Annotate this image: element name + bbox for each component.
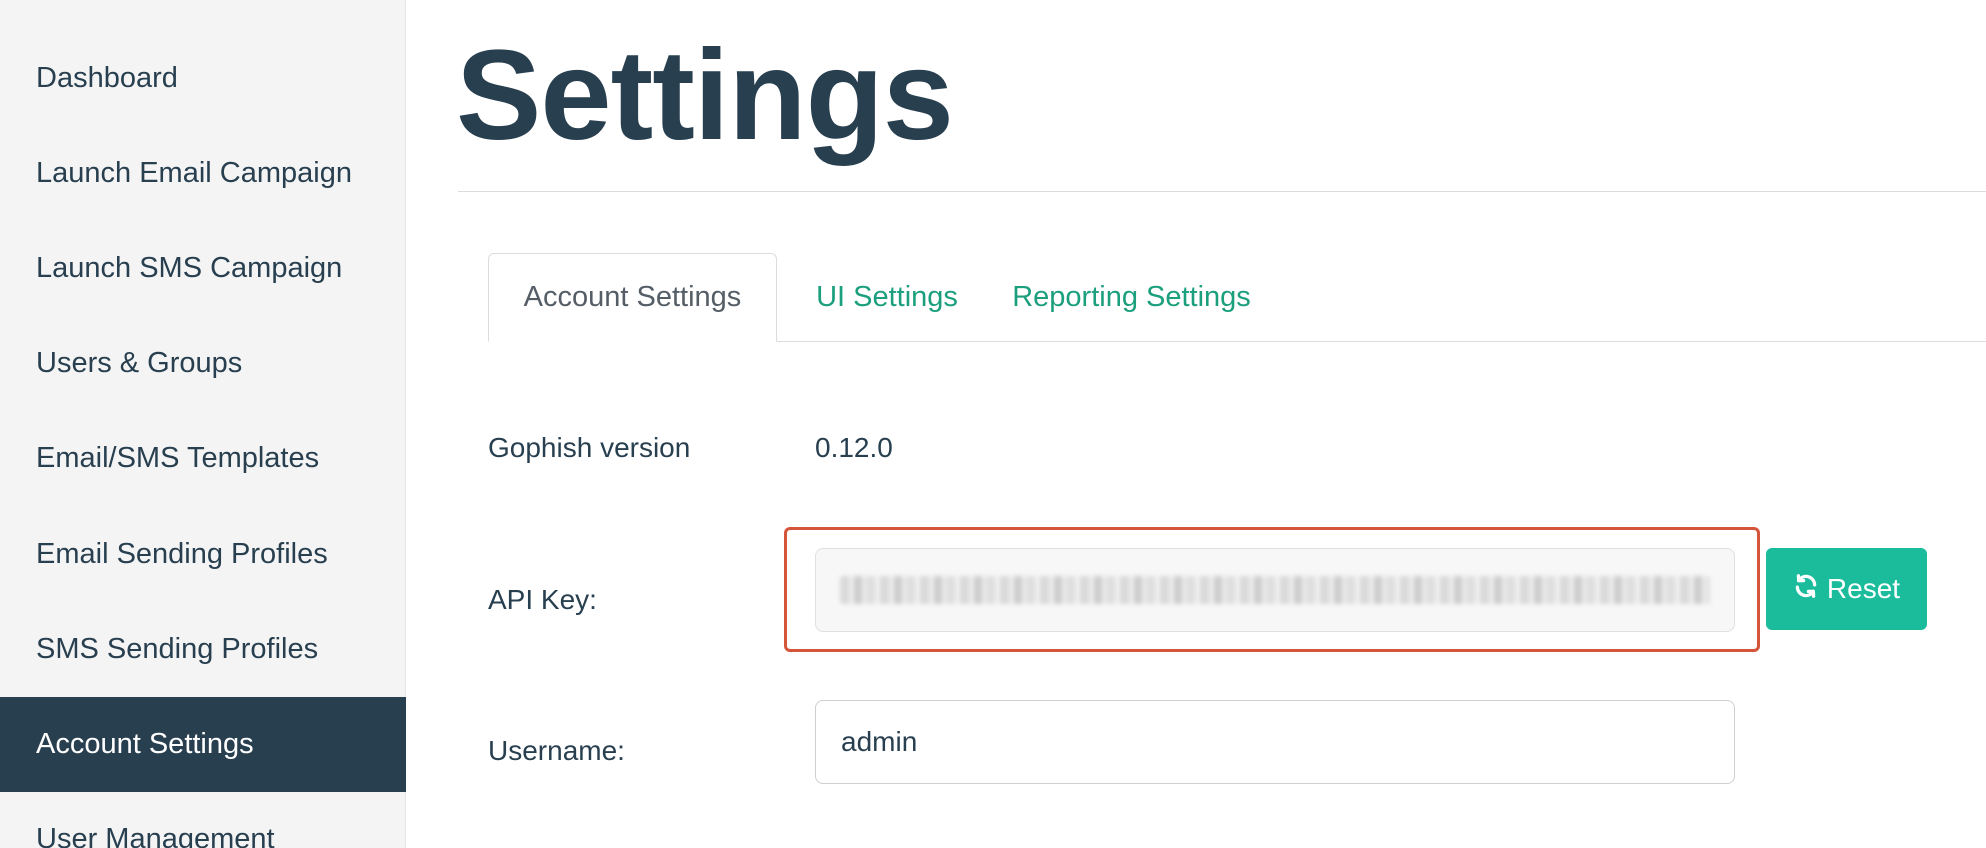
reset-button-label: Reset (1826, 573, 1901, 604)
sidebar-item-label: Dashboard (36, 62, 178, 94)
page-title: Settings (456, 24, 954, 167)
sidebar-item-sms-sending-profiles[interactable]: SMS Sending Profiles (0, 602, 406, 697)
sidebar-item-label: SMS Sending Profiles (36, 633, 319, 665)
sidebar-item-launch-email-campaign[interactable]: Launch Email Campaign (0, 126, 406, 221)
sidebar-item-account-settings[interactable]: Account Settings (0, 697, 406, 792)
sidebar-item-user-management[interactable]: User Management (0, 792, 406, 848)
reset-api-key-button[interactable]: Reset (1766, 548, 1927, 630)
tab-label: UI Settings (816, 281, 958, 313)
sidebar-item-label: User Management (36, 823, 275, 848)
tab-account-settings[interactable]: Account Settings (488, 253, 777, 342)
username-label: Username: (488, 735, 625, 766)
title-divider (458, 191, 1986, 192)
sidebar-item-label: Launch SMS Campaign (36, 252, 343, 284)
tab-reporting-settings[interactable]: Reporting Settings (1004, 253, 1259, 342)
refresh-icon (1793, 573, 1819, 606)
tab-label: Account Settings (523, 281, 742, 313)
tab-ui-settings[interactable]: UI Settings (802, 253, 972, 342)
api-key-label: API Key: (488, 584, 597, 615)
tab-label: Reporting Settings (1012, 281, 1251, 313)
version-value: 0.12.0 (815, 432, 893, 463)
version-label: Gophish version (488, 432, 691, 463)
app: Dashboard Launch Email Campaign Launch S… (0, 0, 1986, 848)
sidebar-item-email-sending-profiles[interactable]: Email Sending Profiles (0, 507, 406, 602)
sidebar: Dashboard Launch Email Campaign Launch S… (0, 0, 406, 848)
sidebar-item-dashboard[interactable]: Dashboard (0, 31, 406, 126)
sidebar-item-users-groups[interactable]: Users & Groups (0, 316, 406, 411)
sidebar-item-label: Launch Email Campaign (36, 157, 352, 189)
sidebar-item-label: Email Sending Profiles (36, 538, 328, 570)
username-input[interactable] (815, 700, 1735, 784)
sidebar-item-launch-sms-campaign[interactable]: Launch SMS Campaign (0, 221, 406, 316)
main-content: Settings Account Settings UI Settings Re… (406, 0, 1986, 848)
sidebar-item-label: Email/SMS Templates (36, 442, 320, 474)
sidebar-item-templates[interactable]: Email/SMS Templates (0, 411, 406, 506)
sidebar-item-label: Account Settings (36, 728, 254, 760)
api-key-value-redacted (840, 576, 1710, 604)
sidebar-item-label: Users & Groups (36, 347, 243, 379)
